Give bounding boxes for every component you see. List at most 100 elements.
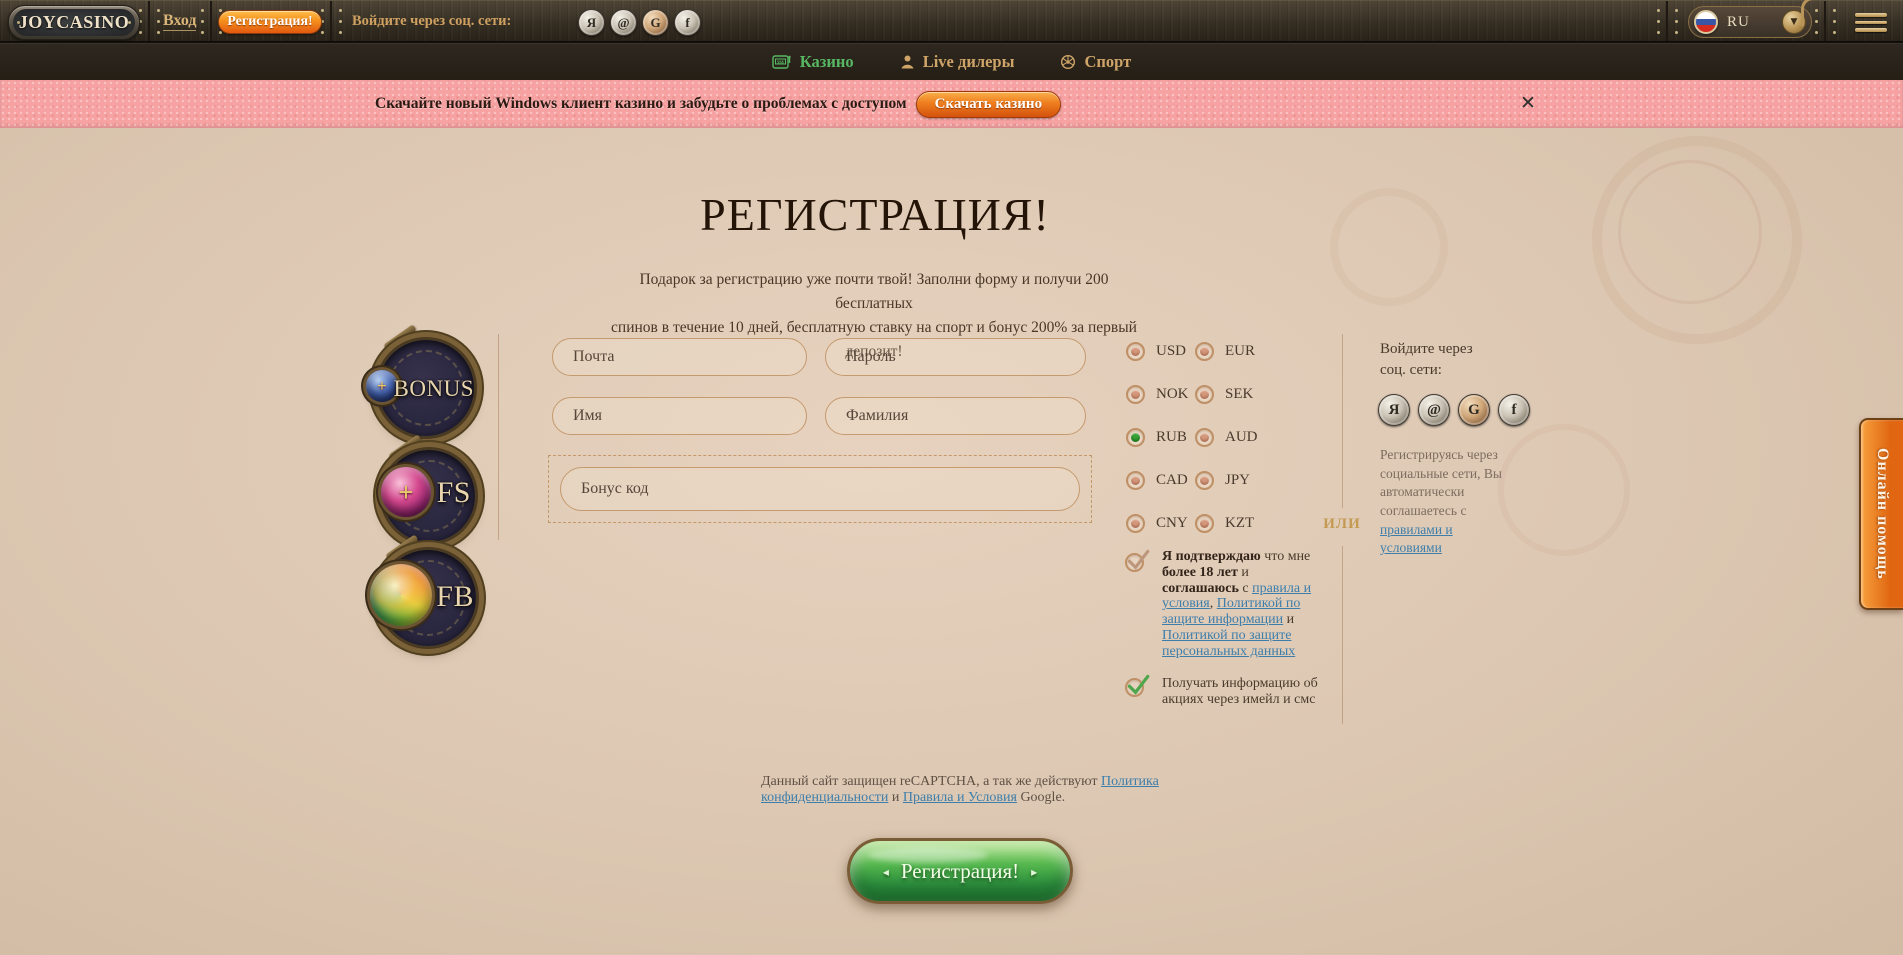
login-link[interactable]: Вход [163,12,196,31]
or-divider-line [1342,334,1343,508]
radio-selected-icon [1126,428,1145,447]
language-selector[interactable]: RU ▼ [1688,6,1812,38]
currency-option-cny[interactable]: CNY [1126,512,1195,534]
social-panel-title: Войдите через соц. сети: [1380,339,1500,381]
yandex-icon[interactable]: Я [578,9,605,36]
last-name-field[interactable] [825,397,1086,435]
freebet-badge: FB [380,550,476,646]
bonus-badge: + BONUS [378,340,474,436]
banner-content: Скачайте новый Windows клиент казино и з… [375,80,1061,128]
password-field[interactable] [825,338,1086,376]
mailru-icon[interactable]: @ [610,9,637,36]
terms-link[interactable]: правилами и условиями [1380,522,1453,556]
top-bar: JOYCASINO Вход Регистрация! Войдите чере… [0,0,1903,42]
radio-icon [1195,514,1214,533]
freespins-orb-icon: + [381,467,431,517]
tab-label: Спорт [1084,52,1131,72]
currency-option-jpy[interactable]: JPY [1195,469,1264,491]
online-help-label: Онлайн помощь [1873,448,1891,580]
currency-option-cad[interactable]: CAD [1126,469,1195,491]
left-arrow-icon: ◂ [883,865,889,879]
social-login-icons: Я @ G f [578,9,701,36]
logo-dot [17,21,20,24]
russia-flag-icon [1694,10,1718,34]
soccer-ball-icon [1060,54,1076,70]
currency-option-sek[interactable]: SEK [1195,383,1264,405]
email-field[interactable] [552,338,807,376]
radio-icon [1195,385,1214,404]
joycasino-registration-page: JOYCASINO Вход Регистрация! Войдите чере… [0,0,1903,955]
menu-bar [1855,13,1887,17]
tab-casino[interactable]: $$$ Казино [772,52,854,72]
dealer-person-icon [900,54,915,70]
checkmark-icon [1125,549,1151,571]
slot-machine-icon: $$$ [772,54,792,70]
facebook-icon[interactable]: f [674,9,701,36]
radio-icon [1126,385,1145,404]
svg-text:$$$: $$$ [777,59,785,64]
stain-decoration [1498,424,1630,556]
menu-bar [1855,21,1887,25]
currency-option-kzt[interactable]: KZT [1195,512,1264,534]
language-dropdown-button[interactable]: ▼ [1782,10,1806,34]
online-help-tab[interactable]: Онлайн помощь [1859,418,1903,610]
submit-registration-button[interactable]: ◂Регистрация!▸ [847,838,1073,904]
badge-label: FS [437,476,471,510]
logo-dot [128,21,131,24]
currency-option-usd[interactable]: USD [1126,340,1195,362]
google-terms-link[interactable]: Правила и Условия [903,790,1017,805]
currency-option-rub[interactable]: RUB [1126,426,1195,448]
radio-icon [1195,428,1214,447]
badge-label: BONUS [394,376,474,402]
logo-text: JOYCASINO [13,9,135,36]
freespins-badge: + FS [383,450,475,542]
register-button[interactable]: Регистрация! [218,10,322,34]
promo-optin-text: Получать информацию об акциях через имей… [1162,676,1320,708]
menu-bar [1855,28,1887,32]
rivet-decoration [0,1,3,4]
menu-button[interactable] [1855,13,1887,32]
google-icon[interactable]: G [1458,394,1490,426]
bonus-code-field[interactable] [560,467,1080,511]
radio-icon [1195,342,1214,361]
recaptcha-notice: Данный сайт защищен reCAPTCHA, а так же … [761,774,1161,806]
first-name-field[interactable] [552,397,807,435]
currency-option-nok[interactable]: NOK [1126,383,1195,405]
checkmark-icon [1125,674,1151,696]
tab-live-dealers[interactable]: Live дилеры [900,52,1015,72]
age-confirm-text: Я подтверждаю что мне более 18 лет и сог… [1162,549,1314,660]
radio-icon [1126,342,1145,361]
promo-optin-checkbox[interactable] [1125,678,1144,697]
language-code: RU [1727,14,1750,31]
freebet-ball-icon [370,564,432,626]
close-icon[interactable]: ✕ [1520,92,1536,114]
tab-label: Live дилеры [923,52,1015,72]
yandex-icon[interactable]: Я [1378,394,1410,426]
facebook-icon[interactable]: f [1498,394,1530,426]
tab-sport[interactable]: Спорт [1060,52,1131,72]
currency-option-eur[interactable]: EUR [1195,340,1264,362]
currency-option-aud[interactable]: AUD [1195,426,1264,448]
google-icon[interactable]: G [642,9,669,36]
personal-data-policy-link[interactable]: Политикой по защите персональных данных [1162,628,1295,659]
right-arrow-icon: ▸ [1031,865,1037,879]
tab-label: Казино [800,52,854,72]
main-nav: $$$ Казино Live дилеры Спорт [0,42,1903,81]
social-login-prompt: Войдите через соц. сети: [352,13,511,30]
lever-decoration [1801,0,1820,26]
bonus-code-box [548,455,1092,523]
social-panel-icons: Я @ G f [1378,394,1530,426]
form-divider-line [498,334,499,540]
or-label: ИЛИ [1314,516,1370,533]
radio-icon [1195,471,1214,490]
download-banner: Скачайте новый Windows клиент казино и з… [0,80,1903,128]
mailru-icon[interactable]: @ [1418,394,1450,426]
page-title: РЕГИСТРАЦИЯ! [0,188,1750,241]
age-confirm-checkbox[interactable] [1125,553,1144,572]
logo[interactable]: JOYCASINO [8,5,140,40]
radio-icon [1126,471,1145,490]
badge-label: FB [436,580,474,614]
or-divider-line [1342,546,1343,724]
currency-options: USD EUR NOK SEK RUB AUD CAD JPY [1126,340,1264,534]
download-casino-button[interactable]: Скачать казино [916,91,1062,118]
